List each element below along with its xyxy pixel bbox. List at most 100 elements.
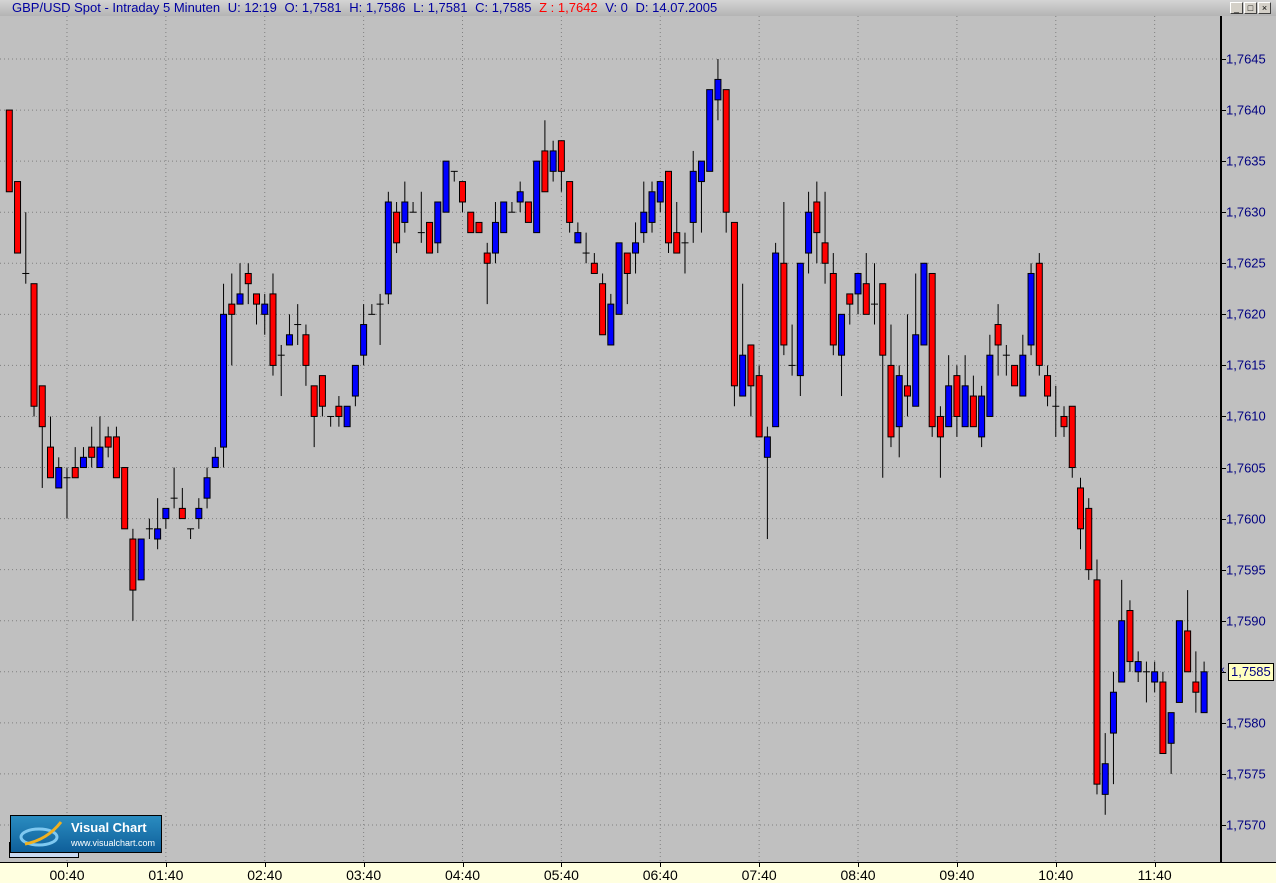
- candle-body: [961, 385, 969, 428]
- candle: [632, 222, 640, 274]
- y-tick-label: 1,7640: [1226, 102, 1266, 118]
- candle: [697, 160, 705, 233]
- candle-body: [730, 221, 738, 387]
- logo-swoosh-icon: [19, 821, 63, 847]
- candle: [1085, 498, 1093, 580]
- candle: [763, 426, 771, 540]
- candle: [862, 253, 870, 315]
- candle-body: [615, 242, 623, 315]
- candle: [1035, 253, 1043, 376]
- candle: [648, 181, 656, 233]
- candle-body: [203, 477, 211, 499]
- candle: [63, 467, 71, 519]
- candlestick-plot[interactable]: [0, 16, 1220, 862]
- candle-body: [920, 262, 928, 346]
- candle: [524, 201, 532, 223]
- candle: [557, 140, 565, 192]
- minimize-button[interactable]: _: [1230, 2, 1243, 14]
- candle-body: [351, 364, 359, 397]
- candle: [969, 375, 977, 428]
- candle: [450, 170, 458, 182]
- x-tick-label: 00:40: [49, 867, 85, 883]
- candle: [137, 538, 145, 581]
- candle-body: [780, 262, 788, 346]
- price-axis[interactable]: 1,7645 1,7640 1,7635 1,7630 1,7625 1,7620 1,76…: [1220, 16, 1276, 862]
- candle: [1126, 600, 1134, 672]
- candle-body: [47, 446, 54, 479]
- candle-body: [903, 385, 911, 397]
- candle-body: [1101, 763, 1109, 795]
- candle-body: [79, 456, 87, 469]
- candle: [1142, 661, 1150, 703]
- candle: [79, 447, 87, 469]
- candle: [590, 253, 598, 274]
- candle: [945, 355, 953, 428]
- candle: [805, 191, 813, 274]
- candle: [755, 365, 763, 438]
- candle: [788, 324, 796, 376]
- candle-body: [879, 283, 887, 356]
- candle: [1151, 661, 1159, 693]
- candle-body: [640, 211, 648, 234]
- logo-url: www.visualchart.com: [71, 838, 156, 848]
- candle-body: [945, 385, 953, 428]
- candle: [360, 304, 368, 366]
- candle-body: [310, 385, 318, 417]
- y-tick-label: 1,7580: [1226, 715, 1266, 731]
- candle: [516, 181, 524, 213]
- candle-body: [838, 313, 846, 356]
- maximize-button[interactable]: □: [1244, 2, 1257, 14]
- candle-body: [426, 221, 434, 254]
- candle: [96, 416, 104, 469]
- candle: [343, 405, 351, 428]
- candle-body: [236, 293, 244, 305]
- candle: [384, 191, 392, 305]
- candle-body: [813, 201, 821, 234]
- candle: [978, 385, 986, 448]
- candle-body: [805, 211, 813, 254]
- title-bar: GBP/USD Spot - Intraday 5 Minuten U: 12:…: [0, 0, 1276, 16]
- candle: [640, 181, 648, 243]
- candle: [376, 293, 384, 345]
- candle-body: [71, 467, 79, 479]
- candle-body: [912, 334, 920, 407]
- time-axis[interactable]: 00:40 01:40 02:40 03:40 04:40 05:40 06:40 07:40…: [0, 862, 1276, 883]
- candle: [533, 160, 541, 234]
- candle: [615, 242, 623, 315]
- candle: [1027, 263, 1035, 356]
- candle-body: [656, 181, 664, 203]
- candle: [920, 262, 928, 346]
- candle-body: [697, 160, 705, 183]
- candle: [203, 467, 211, 509]
- visual-chart-logo[interactable]: Visual Chart www.visualchart.com: [10, 815, 162, 853]
- candle-body: [1159, 681, 1167, 755]
- instrument-label: GBP/USD Spot - Intraday 5 Minuten: [12, 0, 221, 15]
- candle: [1002, 344, 1010, 376]
- candle: [47, 416, 54, 479]
- candle: [467, 211, 475, 234]
- close-button[interactable]: ×: [1258, 2, 1271, 14]
- candle-body: [104, 436, 112, 448]
- candle-body: [986, 354, 994, 417]
- candle: [475, 221, 483, 234]
- open-value: O: 1,7581: [284, 0, 342, 15]
- y-tick-label: 1,7605: [1226, 460, 1266, 476]
- candle-body: [285, 334, 293, 346]
- candle: [1077, 477, 1084, 550]
- candle: [1192, 651, 1200, 713]
- candle: [55, 457, 63, 489]
- candle-body: [632, 242, 640, 254]
- candle-body: [1184, 630, 1192, 673]
- candle: [220, 283, 228, 468]
- candle-body: [533, 160, 541, 234]
- candle-body: [129, 538, 137, 591]
- candle-body: [829, 272, 837, 346]
- current-price-label: 1,7585: [1228, 662, 1274, 681]
- candle: [1052, 385, 1060, 437]
- date-value: D: 14.07.2005: [635, 0, 718, 15]
- candle-body: [269, 293, 277, 366]
- y-tick-label: 1,7620: [1226, 306, 1266, 322]
- candle-body: [557, 140, 565, 172]
- candle-body: [895, 375, 903, 428]
- candle-body: [739, 354, 747, 397]
